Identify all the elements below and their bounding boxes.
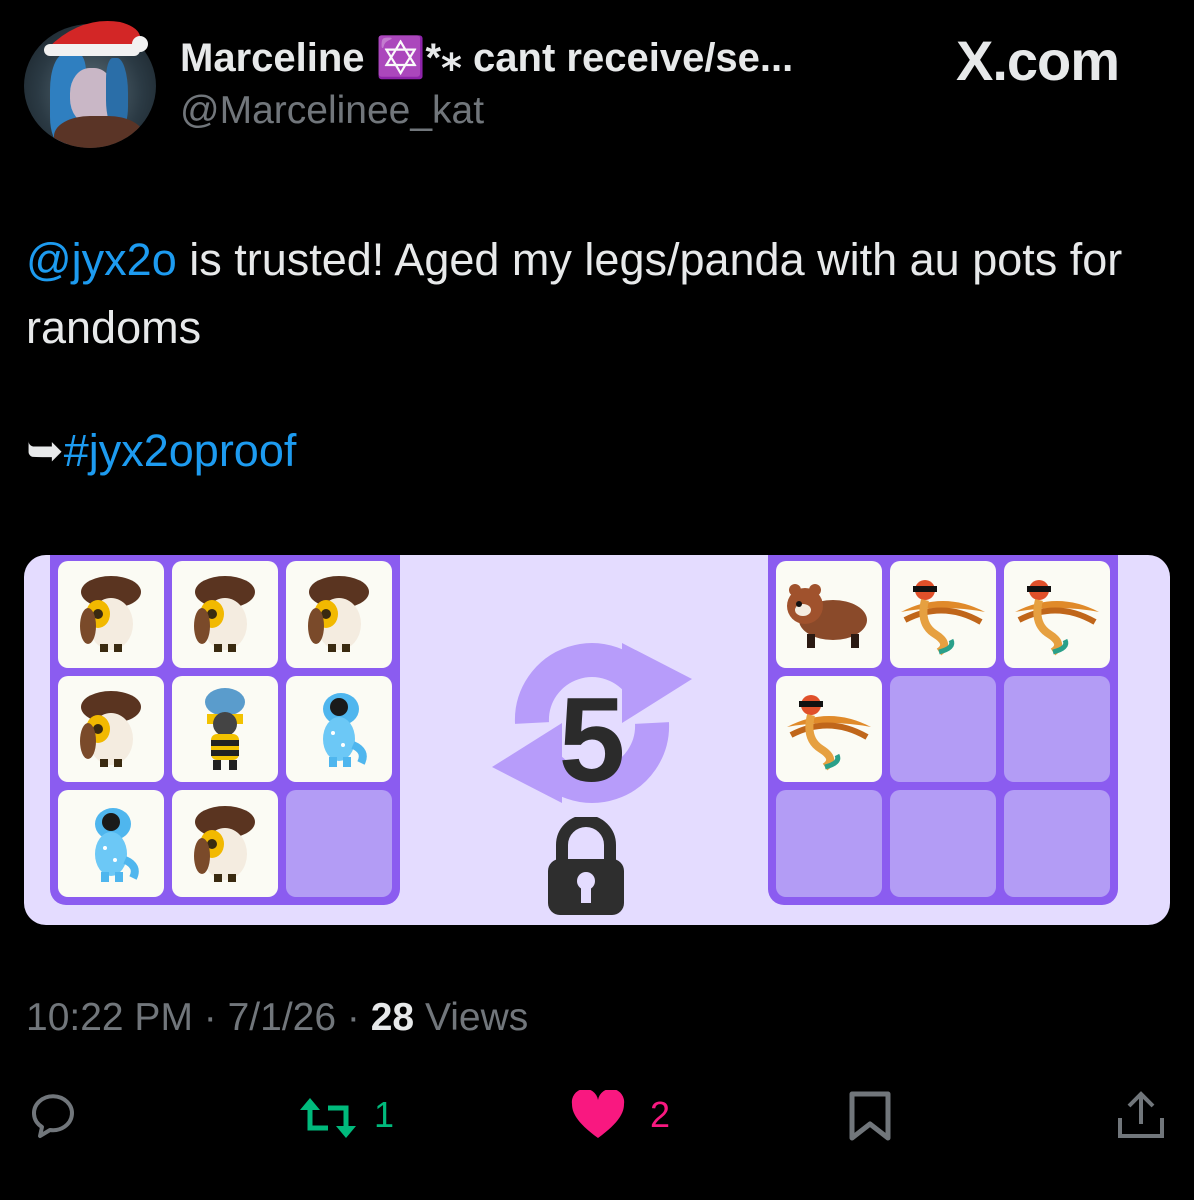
- offer-grid-left: [50, 555, 400, 905]
- empty-slot: [890, 790, 996, 897]
- bookmark-icon[interactable]: [848, 1090, 892, 1142]
- tweet-time[interactable]: 10:22 PM: [26, 996, 193, 1039]
- retweet-count: 1: [374, 1094, 395, 1135]
- tweet-text: @jyx2o is trusted! Aged my legs/panda wi…: [26, 226, 1166, 362]
- empty-slot: [1004, 675, 1110, 783]
- owl-icon: [194, 805, 255, 882]
- heart-icon[interactable]: [570, 1090, 626, 1140]
- tweet-body: is trusted! Aged my legs/panda with au p…: [26, 234, 1123, 353]
- arrow-icon: ➥: [26, 425, 64, 476]
- empty-slot: [286, 790, 392, 897]
- like-count: 2: [650, 1094, 671, 1135]
- pet-slot-quetzal: [1004, 561, 1110, 668]
- retweet-icon[interactable]: [298, 1096, 358, 1140]
- views-count: 28: [370, 996, 415, 1039]
- owl-icon: [194, 576, 255, 653]
- empty-slot: [776, 790, 882, 897]
- quetzal-icon: [1015, 580, 1099, 656]
- display-name[interactable]: Marceline ✡️*⁎ cant receive/se...: [180, 34, 793, 81]
- pet-slot-owl: [172, 790, 278, 897]
- reply-icon[interactable]: [26, 1092, 80, 1140]
- trade-counter: 5: [558, 673, 626, 807]
- empty-slot: [1004, 790, 1110, 897]
- offer-grid-right: [768, 555, 1118, 905]
- empty-slot: [890, 675, 996, 783]
- owl-icon: [80, 690, 141, 767]
- santa-hat-icon: [44, 21, 148, 56]
- pet-slot-owl: [286, 561, 392, 668]
- quetzal-icon: [787, 694, 871, 771]
- user-handle[interactable]: @Marcelinee_kat: [180, 89, 484, 133]
- tweet-meta: 10:22 PM · 7/1/26 · 28 Views: [26, 996, 529, 1039]
- pet-slot-bee: [172, 675, 278, 783]
- pet-slot-quetzal: [776, 675, 882, 783]
- pet-slot-red-panda: [776, 561, 882, 668]
- pet-slot-dino: [286, 675, 392, 783]
- pet-slot-owl: [172, 561, 278, 668]
- x-logo: X.com: [956, 29, 1120, 92]
- owl-icon: [308, 576, 369, 653]
- red-panda-icon: [787, 584, 867, 649]
- hashtag-line: ➥#jyx2oproof: [26, 424, 296, 477]
- pet-slot-owl: [58, 675, 164, 783]
- pet-slot-owl: [58, 561, 164, 668]
- views-label: Views: [414, 996, 529, 1039]
- tweet-date[interactable]: 7/1/26: [228, 996, 336, 1039]
- bee-icon: [205, 687, 245, 770]
- owl-icon: [80, 576, 141, 653]
- dino-icon: [323, 692, 367, 767]
- mention-link[interactable]: @jyx2o: [26, 234, 177, 285]
- quetzal-icon: [901, 580, 985, 656]
- share-icon[interactable]: [1116, 1090, 1166, 1140]
- trade-image[interactable]: 5: [24, 555, 1170, 925]
- hashtag-link[interactable]: #jyx2oproof: [64, 425, 297, 476]
- lock-icon: [548, 817, 624, 915]
- pet-slot-quetzal: [890, 561, 996, 668]
- dino-icon: [95, 807, 139, 882]
- pet-slot-dino: [58, 790, 164, 897]
